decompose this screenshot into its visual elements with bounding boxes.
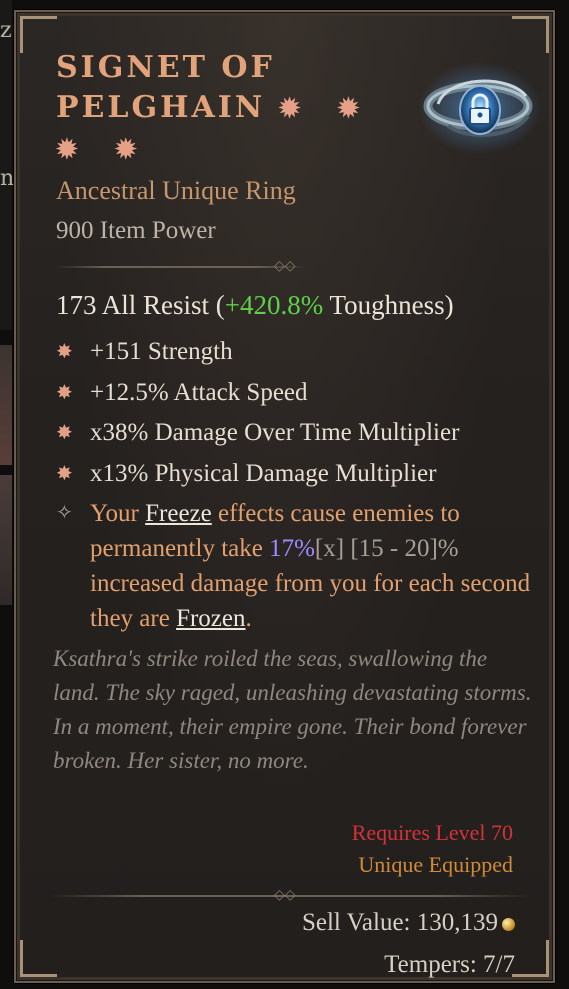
flavor-text: Ksathra's strike roiled the seas, swallo… <box>53 646 532 773</box>
frame-corner <box>20 16 57 53</box>
level-requirement: Requires Level 70 <box>351 820 513 845</box>
background-panel-strip <box>0 0 12 330</box>
keyword-freeze-link[interactable]: Freeze <box>145 500 212 527</box>
star-bullet-icon: ✸ <box>56 462 73 485</box>
affix-strength: ✸ +151 Strength <box>56 332 536 373</box>
unique-power-icon: ✧ <box>56 502 73 524</box>
item-power: 900 Item Power <box>56 217 216 244</box>
background-item-slot <box>0 475 12 605</box>
affix-physical-damage: ✸ x13% Physical Damage Multiplier <box>56 454 536 495</box>
toughness-bonus: +420.8% <box>224 290 324 320</box>
roll-range: [x] [15 - 20]% <box>314 535 459 562</box>
ring-icon <box>418 62 542 154</box>
divider-ornament-icon: ◇◇ <box>274 259 296 274</box>
background-item-slot <box>0 345 12 465</box>
affix-attack-speed: ✸ +12.5% Attack Speed <box>56 373 536 414</box>
tempers-count: Tempers: 7/7 <box>384 951 515 978</box>
item-name: Signet of Pelghain <box>56 50 275 125</box>
sell-value: Sell Value: 130,139 <box>302 909 515 937</box>
background-glyph: z <box>0 18 12 43</box>
affix-list: ✸ +151 Strength ✸ +12.5% Attack Speed ✸ … <box>56 332 536 636</box>
section-divider <box>56 266 306 268</box>
item-type: Ancestral Unique Ring <box>56 176 296 205</box>
frame-corner <box>512 940 549 977</box>
star-bullet-icon: ✸ <box>56 341 73 363</box>
unique-equipped-note: Unique Equipped <box>358 852 513 877</box>
affix-damage-over-time: ✸ x38% Damage Over Time Multiplier <box>56 413 536 454</box>
star-bullet-icon: ✸ <box>56 381 73 404</box>
unique-power: ✧ Your Freeze effects cause enemies to p… <box>56 496 536 636</box>
roll-value: 17% <box>269 535 315 562</box>
frame-corner <box>512 16 549 53</box>
divider-ornament-icon: ◇◇ <box>274 888 296 903</box>
item-tooltip: Signet of Pelghain ✹ ✹ ✹ ✹ Ancestral Uni… <box>14 10 555 983</box>
frame-corner <box>20 940 57 977</box>
background-glyph: n <box>0 166 15 191</box>
base-stat-all-resist: 173 All Resist (+420.8% Toughness) <box>56 290 454 320</box>
gold-coin-icon <box>502 917 515 931</box>
keyword-frozen-link[interactable]: Frozen <box>176 605 245 632</box>
star-bullet-icon: ✸ <box>56 422 73 444</box>
item-name-block: Signet of Pelghain ✹ ✹ ✹ ✹ <box>56 48 386 170</box>
